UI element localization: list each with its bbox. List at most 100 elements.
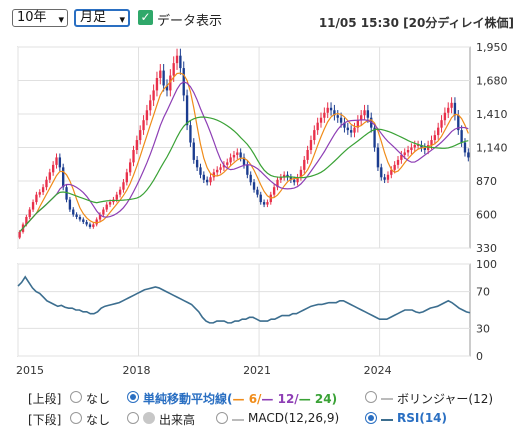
macd-radio[interactable] [216,412,228,424]
rsi-tick-label: 100 [476,258,497,271]
candle-body [266,202,269,205]
volume-label: 出来高 [159,413,196,427]
candle-body [142,120,145,131]
candle-body [349,130,353,133]
candle-body [447,107,450,113]
candle-body [155,78,159,91]
candle-body [246,164,249,175]
candle-body [209,177,212,183]
candle-body [336,115,339,118]
bollinger-radio[interactable] [365,391,377,403]
price-tick-label: 870 [476,175,497,188]
candle-body [319,117,323,123]
candle-body [122,182,125,190]
candle-body [373,127,376,148]
upper-none-label: なし [86,392,111,406]
candle-body [393,164,396,170]
candle-body [293,179,296,183]
candle-body [219,167,222,170]
candle-body [115,194,118,200]
candle-body [313,130,316,141]
candle-body [309,140,313,150]
chart-area: 330 600 870 1,140 1,410 1,680 1,950 0 30 70 100 201… [16,41,508,377]
candle-body [376,147,380,168]
candle-body [380,167,383,178]
x-tick-label: 2015 [16,364,44,377]
candle-body [226,162,229,165]
candle-body [105,204,108,210]
lower-none-radio[interactable] [70,412,82,424]
candle-body [460,130,463,143]
candle-body [205,179,209,183]
candle-body [132,149,135,163]
candle-body [437,127,440,136]
candle-body [78,216,82,220]
candle-body [125,172,128,183]
candle-body [55,157,58,165]
lower-none-label: なし [86,413,111,427]
candle-body [406,149,410,153]
rsi-tick-label: 0 [476,350,483,363]
candle-body [467,152,470,158]
candle-body [463,142,467,153]
candle-body [41,187,45,193]
x-tick-label: 2018 [123,364,151,377]
candle-body [303,159,306,170]
candle-body [262,202,266,205]
candle-body [149,100,152,111]
candle-body [443,112,447,121]
candle-body [48,172,51,180]
x-tick-label: 2024 [364,364,392,377]
candle-body [249,174,252,183]
candle-body [175,55,179,64]
candle-body [430,140,433,146]
candle-body [199,167,202,175]
candle-body [306,149,309,160]
candle-body [192,142,195,160]
candle-body [252,182,256,190]
volume-swatch-icon [143,412,155,424]
rsi-label: RSI(14) [397,411,448,425]
candle-body [386,174,390,180]
sma-24-label: 24) [314,392,338,406]
candle-body [75,214,78,217]
candle-body [236,152,239,155]
candle-body [346,127,349,131]
upper-label: [上段] [28,392,62,406]
x-tick-label: 2021 [243,364,271,377]
bollinger-label: ボリンジャー(12) [397,392,494,406]
price-tick-label: 600 [476,209,497,222]
candle-body [216,169,219,173]
candle-body [329,107,333,111]
candle-body [185,95,189,126]
candle-body [202,174,205,180]
candle-body [31,202,35,210]
candle-body [363,110,366,116]
candle-body [440,120,443,128]
candle-body [65,187,68,200]
rsi-radio[interactable] [365,412,377,424]
candle-body [410,147,413,150]
candle-body [145,110,149,121]
candle-body [85,221,88,225]
volume-radio[interactable] [127,412,139,424]
candle-body [35,194,38,203]
candle-body [72,209,75,215]
candle-body [272,187,276,195]
rsi-tick-label: 30 [476,322,490,335]
sma-12-label: 12/ [277,392,299,406]
candle-body [339,117,343,123]
upper-none-radio[interactable] [70,391,82,403]
legend-upper-row: [上段] なし 単純移動平均線(— 6/— 12/— 24) ボリンジャー(12… [0,388,526,408]
candle-body [326,107,329,113]
candle-body [162,70,165,86]
candle-body [366,110,370,118]
candle-body [159,70,162,79]
price-tick-label: 1,680 [476,75,508,88]
price-tick-label: 1,410 [476,108,508,121]
candle-body [108,202,112,205]
sma-radio[interactable] [127,391,139,403]
candle-body [316,122,319,131]
candle-body [135,140,139,150]
candle-body [256,189,259,195]
